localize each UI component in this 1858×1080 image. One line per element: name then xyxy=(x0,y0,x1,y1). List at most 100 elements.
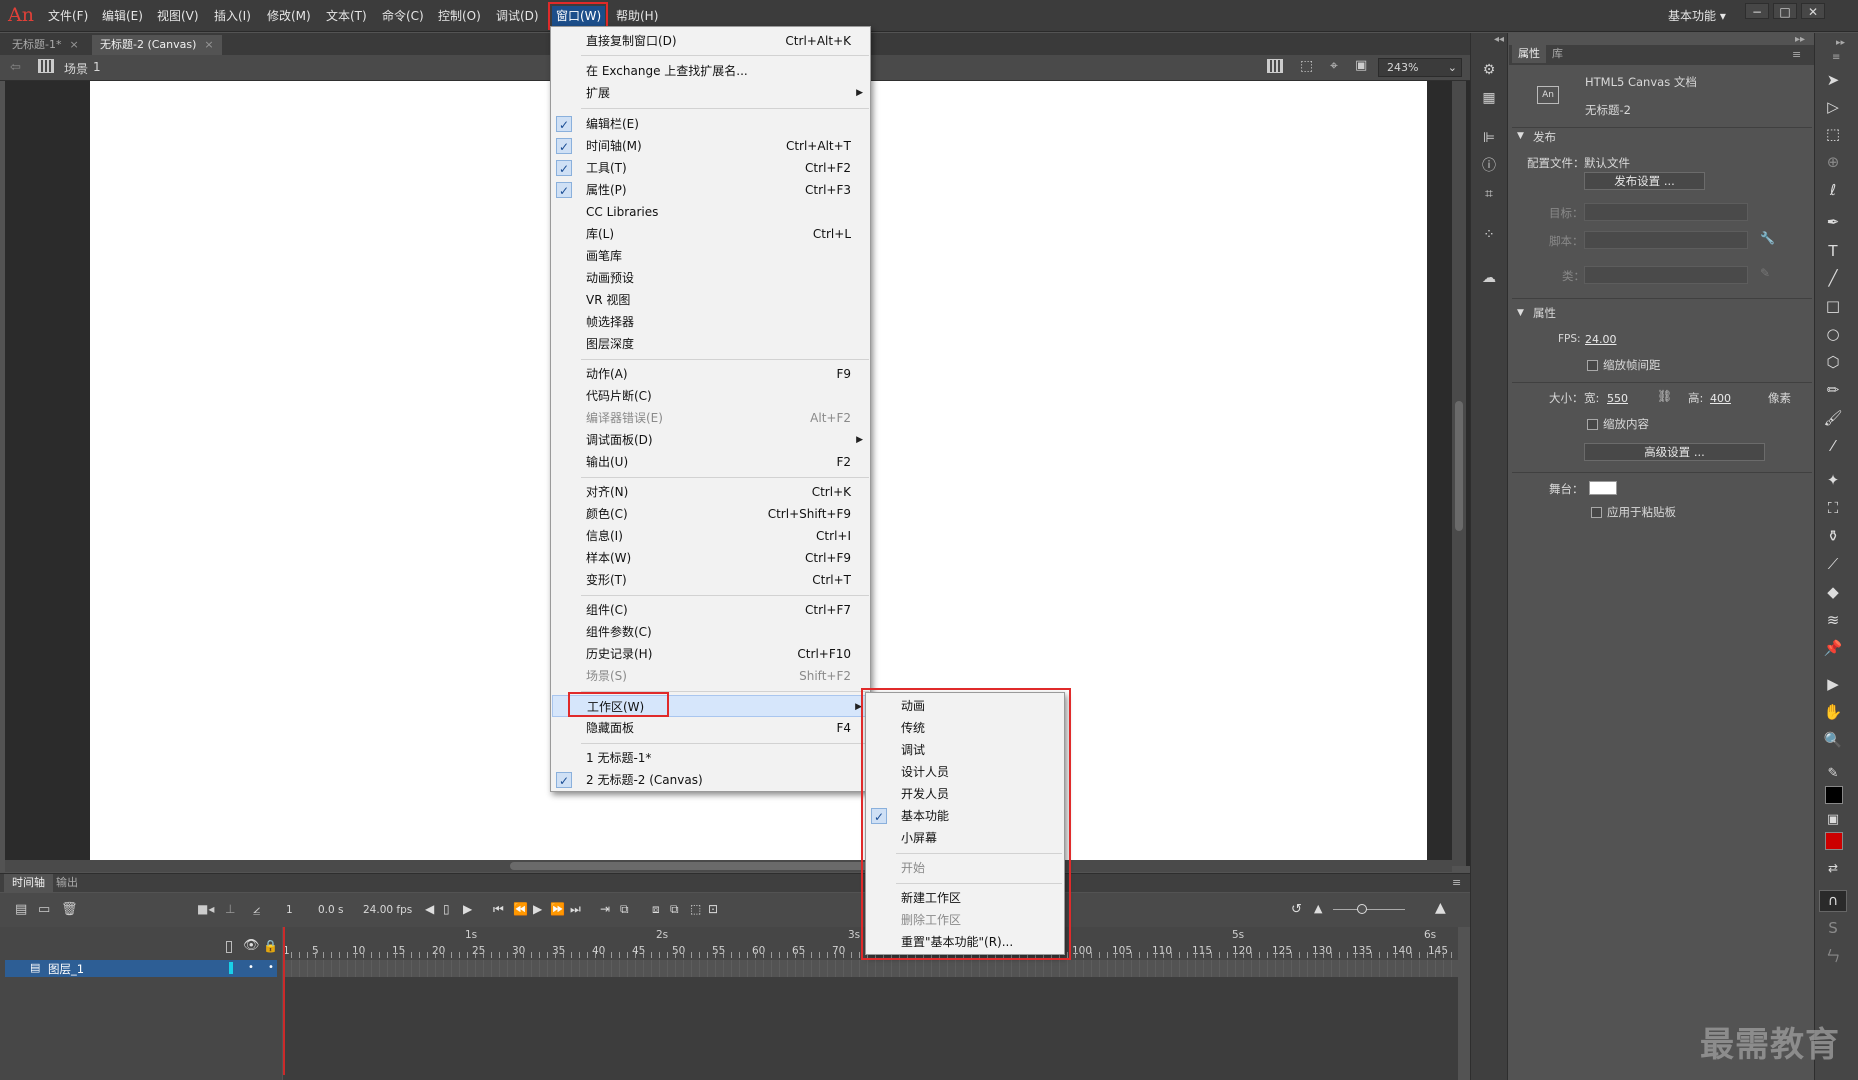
width-tool-icon[interactable]: ≋ xyxy=(1821,610,1845,630)
menu-item-motion-presets[interactable]: 动画预设 xyxy=(552,267,871,289)
motion-presets-icon[interactable]: ⚙ xyxy=(1477,60,1501,80)
collapse-panel-icon[interactable]: ▸▸ xyxy=(1795,34,1805,45)
menu-item-swatches[interactable]: 样本(W) Ctrl+F9 xyxy=(552,547,871,569)
stroke-color-pencil-icon[interactable]: ✎ xyxy=(1821,764,1845,784)
line-tool-icon[interactable]: ╱ xyxy=(1821,268,1845,288)
menu-item-essentials[interactable]: ✓ 基本功能 xyxy=(867,805,1065,827)
zoom-select[interactable]: 243% ⌄ xyxy=(1378,58,1462,77)
asset-warp-tool-icon[interactable]: 📌 xyxy=(1821,638,1845,658)
menu-modify[interactable]: 修改(M) xyxy=(263,6,315,26)
menu-item-properties[interactable]: ✓ 属性(P) Ctrl+F3 xyxy=(552,179,871,201)
step-back-icon[interactable]: ⏪ xyxy=(513,902,528,916)
edit-scene-icon[interactable] xyxy=(1267,59,1283,73)
menu-item-small-screen[interactable]: 小屏幕 xyxy=(867,827,1065,849)
brush-tool-icon[interactable]: 🖌 xyxy=(1821,408,1845,428)
outline-toggle-icon[interactable] xyxy=(226,941,232,953)
current-frame[interactable]: 1 xyxy=(286,904,293,916)
undo-icon[interactable]: ↺ xyxy=(1291,902,1302,917)
height-value[interactable]: 400 xyxy=(1710,392,1731,405)
menu-item-designer[interactable]: 设计人员 xyxy=(867,761,1065,783)
menu-item-cc-libraries[interactable]: CC Libraries xyxy=(552,201,871,223)
menu-item-brush-library[interactable]: 画笔库 xyxy=(552,245,871,267)
smooth-icon[interactable]: S xyxy=(1821,918,1845,938)
menu-view[interactable]: 视图(V) xyxy=(153,6,203,26)
menu-item-info[interactable]: 信息(I) Ctrl+I xyxy=(552,525,871,547)
collapse-triangle-icon[interactable]: ▼ xyxy=(1517,131,1524,141)
menu-item-library[interactable]: 库(L) Ctrl+L xyxy=(552,223,871,245)
panel-menu-icon[interactable]: ≡ xyxy=(1792,48,1801,61)
loop-icon[interactable]: ⇥ xyxy=(600,902,610,916)
stage-color-swatch[interactable] xyxy=(1589,481,1617,495)
menu-insert[interactable]: 插入(I) xyxy=(210,6,255,26)
menu-item-align[interactable]: 对齐(N) Ctrl+K xyxy=(552,481,871,503)
menu-item-tools[interactable]: ✓ 工具(T) Ctrl+F2 xyxy=(552,157,871,179)
tab-output[interactable]: 输出 xyxy=(48,874,86,892)
menu-item-new-workspace[interactable]: 新建工作区 xyxy=(867,887,1065,909)
components-icon[interactable]: ⁘ xyxy=(1477,225,1501,245)
menu-item-debug-panels[interactable]: 调试面板(D) ▶ xyxy=(552,429,871,451)
transform-icon[interactable]: ⌗ xyxy=(1477,184,1501,204)
layer-name[interactable]: 图层_1 xyxy=(48,961,84,977)
menu-item-animation[interactable]: 动画 xyxy=(867,695,1065,717)
eye-icon[interactable]: 👁 xyxy=(243,938,260,953)
menu-window[interactable]: 窗口(W) xyxy=(552,6,606,26)
menu-item-exchange-extensions[interactable]: 在 Exchange 上查找扩展名... xyxy=(552,60,871,82)
maximize-button[interactable]: □ xyxy=(1773,3,1797,19)
snap-to-objects-icon[interactable]: ∩ xyxy=(1819,890,1847,912)
lock-dot-icon[interactable]: • xyxy=(268,962,274,973)
step-forward-icon[interactable]: ⏩ xyxy=(550,902,565,916)
frame-rate[interactable]: 24.00 fps xyxy=(363,904,412,916)
vertical-scroll-thumb[interactable] xyxy=(1455,401,1463,531)
publish-section-title[interactable]: 发布 xyxy=(1533,129,1556,145)
menu-item-timeline[interactable]: ✓ 时间轴(M) Ctrl+Alt+T xyxy=(552,135,871,157)
lock-icon[interactable]: 🔒 xyxy=(263,939,278,953)
center-frame-icon[interactable]: ⊡ xyxy=(708,902,718,916)
camera-tool-icon[interactable]: ▶ xyxy=(1821,674,1845,694)
back-arrow-icon[interactable]: ⇦ xyxy=(10,60,21,75)
prev-keyframe-icon[interactable]: ◀ xyxy=(425,902,434,916)
menu-item-edit-bar[interactable]: ✓ 编辑栏(E) xyxy=(552,113,871,135)
fill-color-swatch[interactable] xyxy=(1825,832,1843,850)
apply-pasteboard-checkbox[interactable] xyxy=(1591,507,1602,518)
next-keyframe-icon[interactable]: ▶ xyxy=(463,902,472,916)
menu-item-history[interactable]: 历史记录(H) Ctrl+F10 xyxy=(552,643,871,665)
close-window-button[interactable]: ✕ xyxy=(1801,3,1825,19)
menu-edit[interactable]: 编辑(E) xyxy=(98,6,147,26)
menu-item-document-1[interactable]: 1 无标题-1* xyxy=(552,747,871,769)
scale-spans-checkbox[interactable] xyxy=(1587,360,1598,371)
menu-commands[interactable]: 命令(C) xyxy=(378,6,428,26)
menu-item-developer[interactable]: 开发人员 xyxy=(867,783,1065,805)
menu-item-debug[interactable]: 调试 xyxy=(867,739,1065,761)
graph-icon[interactable]: ⦤ xyxy=(253,902,260,917)
new-folder-icon[interactable]: ▭ xyxy=(38,902,50,917)
close-tab-icon[interactable]: × xyxy=(69,38,78,51)
oval-tool-icon[interactable]: ○ xyxy=(1821,324,1845,344)
collapse-dock-icon[interactable]: ◂◂ xyxy=(1494,34,1504,45)
pencil-tool-icon[interactable]: ✏ xyxy=(1821,380,1845,400)
layer-frames-row[interactable] xyxy=(283,960,1458,977)
subselection-tool-icon[interactable]: ▷ xyxy=(1821,97,1845,117)
eraser-tool-icon[interactable]: ◆ xyxy=(1821,582,1845,602)
frame-zoom-handle[interactable] xyxy=(1357,904,1367,914)
menu-item-frame-picker[interactable]: 帧选择器 xyxy=(552,311,871,333)
layer-color-swatch[interactable] xyxy=(229,962,233,974)
menu-item-code-snippets[interactable]: 代码片断(C) xyxy=(552,385,871,407)
info-icon[interactable]: ⓘ xyxy=(1477,156,1501,176)
selection-tool-icon[interactable]: ➤ xyxy=(1821,70,1845,90)
menu-debug[interactable]: 调试(D) xyxy=(492,6,543,26)
edit-symbol-icon[interactable]: ⬚ xyxy=(1300,58,1313,74)
publish-settings-button[interactable]: 发布设置 ... xyxy=(1584,172,1705,190)
menu-item-hide-panels[interactable]: 隐藏面板 F4 xyxy=(552,717,871,739)
modify-markers-icon[interactable]: ⬚ xyxy=(690,902,701,916)
scale-content-checkbox[interactable] xyxy=(1587,419,1598,430)
menu-item-vr-view[interactable]: VR 视图 xyxy=(552,289,871,311)
new-layer-icon[interactable]: ▤ xyxy=(15,902,27,917)
visible-dot-icon[interactable]: • xyxy=(248,962,254,973)
camera-icon[interactable]: ■◂ xyxy=(197,902,214,916)
menu-item-classic[interactable]: 传统 xyxy=(867,717,1065,739)
parent-view-icon[interactable]: ⊥ xyxy=(225,902,235,916)
current-time[interactable]: 0.0 s xyxy=(318,904,344,916)
menu-item-transform[interactable]: 变形(T) Ctrl+T xyxy=(552,569,871,591)
tab-properties[interactable]: 属性 xyxy=(1512,45,1546,63)
zoom-in-icon[interactable]: ▲ xyxy=(1435,900,1446,916)
